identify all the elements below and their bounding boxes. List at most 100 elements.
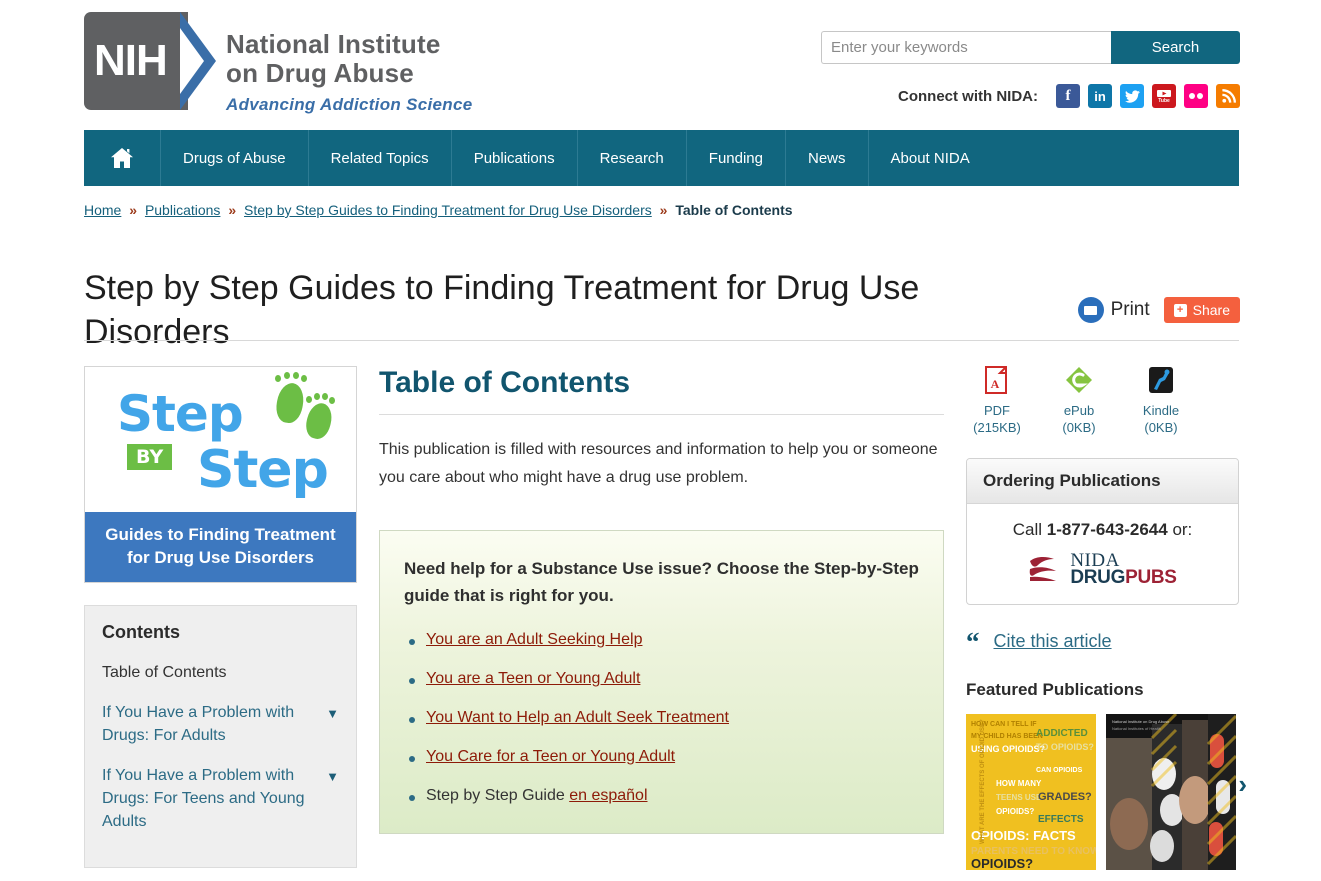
chevron-down-icon[interactable]: ▼	[326, 702, 339, 725]
download-epub[interactable]: ePub (0KB)	[1048, 366, 1110, 436]
nav-item-funding[interactable]: Funding	[687, 130, 786, 186]
connect-label: Connect with NIDA:	[898, 87, 1038, 105]
nav-item-publications[interactable]: Publications	[452, 130, 578, 186]
print-button[interactable]: Print	[1077, 297, 1150, 323]
youtube-icon[interactable]: Tube	[1152, 84, 1176, 108]
breadcrumb-item-guide[interactable]: Step by Step Guides to Finding Treatment…	[244, 202, 652, 218]
drugpubs-wordmark: NIDA DRUGPUBS	[1070, 551, 1177, 588]
drugpubs-pubs-text: PUBS	[1125, 567, 1177, 588]
callout-list: You are an Adult Seeking Help You are a …	[404, 631, 919, 805]
breadcrumb-separator: »	[228, 202, 237, 218]
svg-text:EFFECTS: EFFECTS	[1038, 814, 1084, 825]
kindle-icon	[1149, 367, 1173, 393]
logo-text-block: National Institute on Drug Abuse Advanci…	[226, 12, 472, 115]
breadcrumb-item-home[interactable]: Home	[84, 202, 121, 218]
main-navigation: Drugs of Abuse Related Topics Publicatio…	[84, 130, 1239, 186]
svg-text:National Institute on Drug Abu: National Institute on Drug Abuse	[1112, 719, 1170, 724]
cite-link-label[interactable]: Cite this article	[994, 631, 1112, 652]
twitter-icon[interactable]	[1120, 84, 1144, 108]
link-help-adult-seek-treatment[interactable]: You Want to Help an Adult Seek Treatment	[426, 709, 729, 726]
link-en-espanol[interactable]: en español	[569, 787, 647, 804]
featured-thumbnail-teen-drugs[interactable]: National Institute on Drug Abuse Nationa…	[1106, 714, 1236, 870]
svg-text:ADDICTED: ADDICTED	[1036, 728, 1088, 739]
svg-text:CAN OPIOIDS: CAN OPIOIDS	[1036, 767, 1083, 774]
ordering-publications-panel: Ordering Publications Call 1-877-643-264…	[966, 458, 1239, 605]
call-prefix: Call	[1012, 520, 1047, 539]
search-form: Search	[821, 31, 1240, 64]
download-size: (0KB)	[1062, 420, 1096, 435]
search-input[interactable]	[821, 31, 1111, 64]
carousel-next-icon[interactable]: ›	[1238, 769, 1247, 800]
share-button[interactable]: + Share	[1163, 297, 1240, 323]
phone-number: 1-877-643-2644	[1046, 520, 1168, 539]
svg-text:TO OPIOIDS?: TO OPIOIDS?	[1036, 742, 1094, 752]
ordering-panel-title: Ordering Publications	[967, 459, 1238, 504]
title-divider	[84, 340, 1239, 341]
sidebar-item-home[interactable]	[84, 130, 161, 186]
cite-article[interactable]: “ Cite this article	[966, 626, 1239, 657]
left-sidebar: Step BY Step Guides to Finding Treatment…	[84, 366, 357, 868]
chevron-down-icon[interactable]: ▼	[326, 765, 339, 788]
linkedin-icon[interactable]: in	[1088, 84, 1112, 108]
contents-title: Contents	[102, 622, 180, 642]
contents-item-table-of-contents[interactable]: Table of Contents	[102, 661, 339, 684]
epub-icon	[1066, 367, 1092, 393]
nav-item-related-topics[interactable]: Related Topics	[309, 130, 452, 186]
featured-publications-title: Featured Publications	[966, 680, 1144, 699]
svg-text:Tube: Tube	[1158, 98, 1170, 103]
nav-item-research[interactable]: Research	[578, 130, 687, 186]
svg-text:A: A	[991, 377, 1000, 391]
svg-text:WHAT ARE THE EFFECTS OF OPIOID: WHAT ARE THE EFFECTS OF OPIOID USE?	[980, 719, 986, 844]
cover-artwork: Step BY Step	[85, 367, 356, 512]
nav-item-news[interactable]: News	[786, 130, 869, 186]
download-kindle[interactable]: Kindle (0KB)	[1130, 366, 1192, 436]
nida-drugpubs-logo[interactable]: NIDA DRUGPUBS	[981, 551, 1224, 588]
home-icon	[111, 148, 133, 168]
nav-item-drugs-of-abuse[interactable]: Drugs of Abuse	[161, 130, 309, 186]
callout-heading: Need help for a Substance Use issue? Cho…	[404, 559, 919, 605]
quote-icon: “	[966, 626, 980, 657]
download-label: ePub	[1063, 403, 1095, 418]
contents-item-teens[interactable]: If You Have a Problem with Drugs: For Te…	[102, 764, 339, 833]
cover-word-by: BY	[127, 444, 173, 470]
featured-thumbnail-opioids[interactable]: HOW CAN I TELL IF MY CHILD HAS BEEN USIN…	[966, 714, 1096, 870]
footprint-icon	[273, 381, 307, 425]
breadcrumb-item-publications[interactable]: Publications	[145, 202, 221, 218]
search-button[interactable]: Search	[1111, 31, 1240, 64]
plus-icon: +	[1173, 303, 1187, 317]
contents-item-adults[interactable]: If You Have a Problem with Drugs: For Ad…	[102, 701, 339, 747]
link-adult-seeking-help[interactable]: You are an Adult Seeking Help	[426, 631, 642, 648]
main-content: Table of Contents This publication is fi…	[379, 366, 944, 834]
svg-text:National Institutes of Health: National Institutes of Health	[1112, 726, 1161, 731]
svg-text:OPIOIDS?: OPIOIDS?	[996, 807, 1034, 816]
link-care-for-teen[interactable]: You Care for a Teen or Young Adult	[426, 748, 675, 765]
contents-panel: Contents Table of Contents If You Have a…	[84, 605, 357, 868]
facebook-icon[interactable]: f	[1056, 84, 1080, 108]
logo-line-2: on Drug Abuse	[226, 58, 414, 88]
svg-text:OPIOIDS?: OPIOIDS?	[971, 856, 1033, 870]
nih-nida-logo[interactable]: NIH National Institute on Drug Abuse Adv…	[84, 12, 472, 115]
logo-line-1: National Institute	[226, 29, 441, 59]
footprint-icon	[303, 400, 335, 442]
download-pdf[interactable]: A PDF (215KB)	[966, 366, 1028, 436]
contents-item-label: If You Have a Problem with Drugs: For Te…	[102, 767, 305, 830]
rss-icon[interactable]	[1216, 84, 1240, 108]
list-item: You Care for a Teen or Young Adult	[409, 748, 919, 766]
contents-item-label: If You Have a Problem with Drugs: For Ad…	[102, 704, 295, 744]
site-header: NIH National Institute on Drug Abuse Adv…	[0, 0, 1321, 118]
nav-item-about-nida[interactable]: About NIDA	[869, 130, 992, 186]
flickr-icon[interactable]	[1184, 84, 1208, 108]
intro-paragraph: This publication is filled with resource…	[379, 441, 938, 486]
printer-icon	[1077, 297, 1104, 323]
call-suffix: or:	[1167, 520, 1193, 539]
svg-text:HOW MANY: HOW MANY	[996, 779, 1042, 788]
breadcrumb: Home » Publications » Step by Step Guide…	[84, 202, 793, 218]
drugpubs-drug-text: DRUG	[1070, 567, 1126, 588]
cover-band-line-1: Guides to Finding Treatment	[105, 525, 336, 544]
publication-cover-image[interactable]: Step BY Step Guides to Finding Treatment…	[84, 366, 357, 583]
cover-word-step-2: Step	[197, 440, 329, 500]
link-teen-young-adult[interactable]: You are a Teen or Young Adult	[426, 670, 640, 687]
breadcrumb-separator: »	[659, 202, 668, 218]
cover-band-line-2: for Drug Use Disorders	[126, 548, 315, 567]
ordering-panel-body: Call 1-877-643-2644 or: NIDA DRUGPUBS	[967, 504, 1238, 604]
